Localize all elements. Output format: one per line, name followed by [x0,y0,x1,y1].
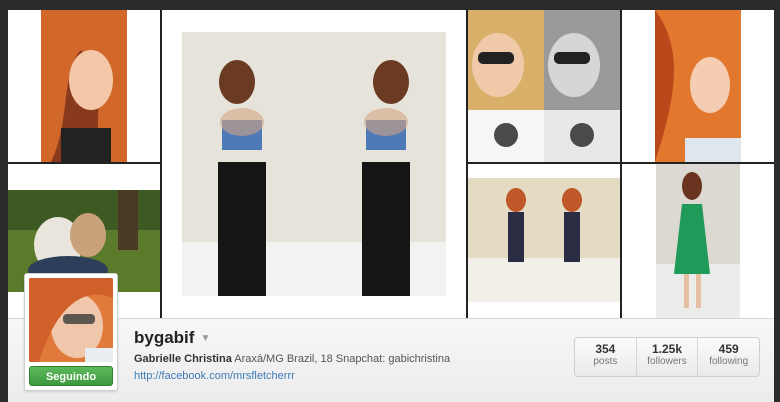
photo-image [656,164,740,318]
stat-value: 459 [718,342,739,356]
following-button[interactable]: Seguindo [29,366,113,386]
username: bygabif [134,328,195,347]
photo-image [655,10,741,162]
stat-value: 1.25k [651,342,683,356]
avatar[interactable] [29,278,113,362]
caret-down-icon[interactable]: ▼ [200,333,210,344]
stat-label: posts [593,356,618,367]
photo-tile[interactable] [468,164,620,318]
photo-mosaic [8,10,774,318]
profile-header: Seguindo bygabif ▼ Gabrielle Christina Ar… [8,273,774,402]
photo-image [468,10,620,162]
photo-image [41,10,127,162]
username-row: bygabif ▼ [134,328,210,348]
stat-value: 354 [595,342,616,356]
stat-label: following [709,356,749,367]
website-link[interactable]: http://facebook.com/mrsfletcherrr [134,370,295,382]
bio: Gabrielle Christina Araxá/MG Brazil, 18 … [134,353,450,365]
photo-tile[interactable] [8,10,160,162]
photo-tile[interactable] [162,10,466,318]
stat-label: followers [647,356,687,367]
photo-tile[interactable] [468,10,620,162]
photo-tile[interactable] [622,10,774,162]
stat-following[interactable]: 459 following [697,338,759,376]
photo-tile[interactable] [622,164,774,318]
avatar-card: Seguindo [24,273,118,391]
stat-posts[interactable]: 354 posts [575,338,636,376]
profile-stats: 354 posts 1.25k followers 459 following [574,337,760,377]
photo-image [182,32,446,296]
bio-text: Araxá/MG Brazil, 18 Snapchat: gabichrist… [234,353,451,365]
profile-page: Seguindo bygabif ▼ Gabrielle Christina Ar… [8,10,774,402]
stat-followers[interactable]: 1.25k followers [635,338,698,376]
full-name: Gabrielle Christina [134,353,232,365]
photo-image [468,178,620,302]
